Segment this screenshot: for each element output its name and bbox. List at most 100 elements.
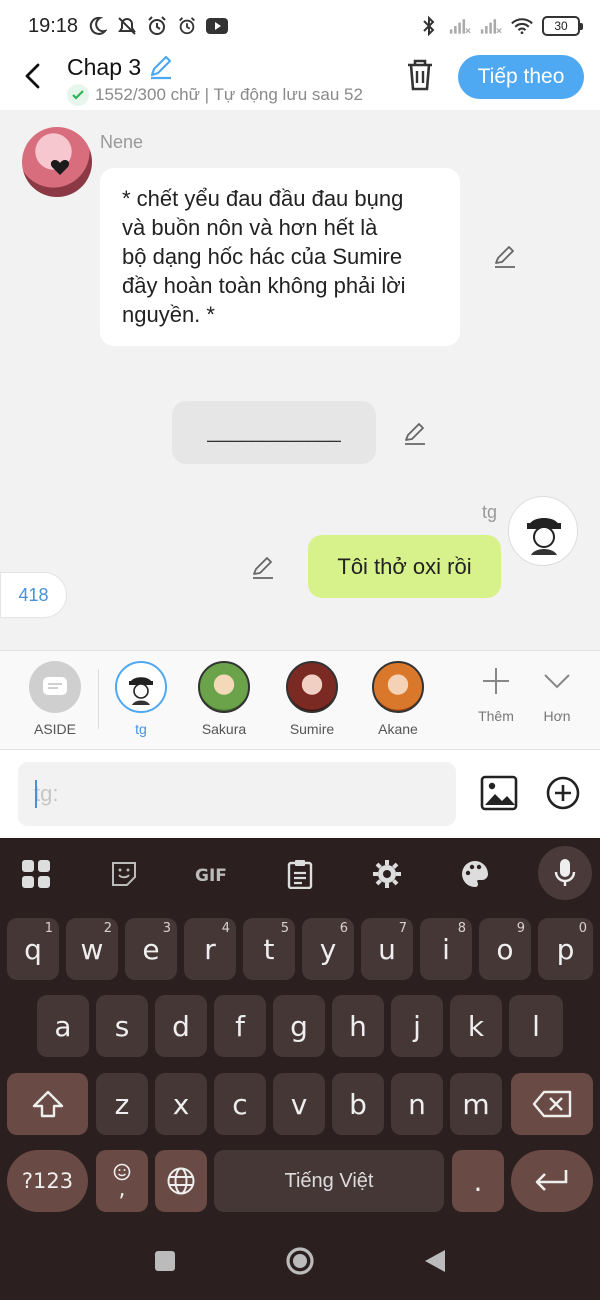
message-line: đầy hoàn toàn không phải lời — [122, 273, 406, 298]
message-count-pill[interactable]: 418 — [0, 572, 67, 618]
character-akane[interactable]: Akane — [358, 661, 438, 737]
period-key[interactable]: . — [452, 1150, 504, 1212]
wifi-icon — [511, 15, 533, 37]
character-tg[interactable]: tg — [101, 661, 181, 737]
my-message-bubble[interactable]: Tôi thở oxi rồi — [308, 535, 501, 598]
character-sumire[interactable]: Sumire — [272, 661, 352, 737]
alarm-off-icon — [116, 15, 138, 37]
edit-title-pencil-icon[interactable] — [147, 53, 175, 86]
youtube-icon — [206, 15, 229, 37]
image-icon[interactable] — [480, 775, 518, 811]
edit-message-pencil-icon[interactable] — [492, 243, 518, 269]
key-char: o — [496, 932, 514, 966]
gif-icon[interactable]: GIF — [190, 852, 234, 896]
settings-gear-icon[interactable] — [365, 852, 409, 896]
key-n[interactable]: n — [391, 1073, 443, 1135]
key-hint: 5 — [280, 921, 289, 936]
sender-name: Nene — [100, 132, 144, 152]
edit-message-pencil-icon[interactable] — [402, 420, 428, 446]
emoji-comma-key[interactable]: , — [96, 1150, 148, 1212]
key-y[interactable]: y6 — [302, 918, 354, 980]
sticker-icon[interactable] — [102, 852, 146, 896]
key-f[interactable]: f — [214, 995, 266, 1057]
next-button[interactable]: Tiếp theo — [458, 55, 584, 99]
key-b[interactable]: b — [332, 1073, 384, 1135]
key-hint: 6 — [339, 921, 348, 936]
bluetooth-icon — [418, 15, 440, 37]
key-r[interactable]: r4 — [184, 918, 236, 980]
key-z[interactable]: z — [96, 1073, 148, 1135]
key-l[interactable]: l — [509, 995, 563, 1057]
clipboard-icon[interactable] — [278, 852, 322, 896]
chat-area[interactable]: Nene * chết yểu đau đầu đau bụng và buồn… — [0, 110, 600, 650]
key-g[interactable]: g — [273, 995, 325, 1057]
chevron-down-icon — [544, 674, 570, 689]
text-caret — [35, 780, 37, 808]
key-p[interactable]: p0 — [538, 918, 593, 980]
key-u[interactable]: u7 — [361, 918, 413, 980]
message-text: Tôi thở oxi rồi — [337, 553, 472, 579]
back-triangle-icon[interactable] — [420, 1246, 450, 1276]
key-hint: 7 — [398, 921, 407, 936]
theme-palette-icon[interactable] — [453, 852, 497, 896]
key-m[interactable]: m — [450, 1073, 502, 1135]
system-navigation-bar — [0, 1222, 600, 1300]
back-arrow-icon[interactable] — [18, 60, 50, 92]
shift-arrow-icon — [32, 1090, 63, 1118]
key-j[interactable]: j — [391, 995, 443, 1057]
chapter-title[interactable]: Chap 3 — [67, 54, 141, 81]
microphone-icon[interactable] — [538, 846, 592, 900]
key-char: p — [556, 932, 575, 966]
enter-key[interactable] — [511, 1150, 593, 1212]
key-v[interactable]: v — [273, 1073, 325, 1135]
edit-message-pencil-icon[interactable] — [250, 554, 276, 580]
key-i[interactable]: i8 — [420, 918, 472, 980]
avatar-sakura — [198, 661, 250, 713]
alarm-icon — [146, 15, 168, 37]
backspace-key[interactable] — [511, 1073, 593, 1135]
key-t[interactable]: t5 — [243, 918, 295, 980]
avatar-nene[interactable] — [22, 127, 92, 197]
spacebar[interactable]: Tiếng Việt — [214, 1150, 444, 1212]
shift-key[interactable] — [7, 1073, 88, 1135]
language-key[interactable] — [155, 1150, 207, 1212]
add-circle-icon[interactable] — [544, 774, 582, 812]
avatar-tg[interactable] — [508, 496, 578, 566]
divider-text: ____________ — [207, 421, 341, 443]
recents-square-icon[interactable] — [150, 1246, 180, 1276]
add-character-button[interactable]: Thêm — [466, 665, 526, 724]
key-q[interactable]: q1 — [7, 918, 59, 980]
trash-icon[interactable] — [404, 58, 436, 92]
symbols-key[interactable]: ?123 — [7, 1150, 88, 1212]
key-char: e — [142, 932, 160, 966]
key-h[interactable]: h — [332, 995, 384, 1057]
key-k[interactable]: k — [450, 995, 502, 1057]
key-char: i — [442, 932, 450, 966]
more-characters-button[interactable]: Hơn — [527, 665, 587, 724]
key-s[interactable]: s — [96, 995, 148, 1057]
key-c[interactable]: c — [214, 1073, 266, 1135]
moon-icon — [86, 15, 108, 37]
home-circle-icon[interactable] — [285, 1246, 315, 1276]
alarm-icon — [176, 15, 198, 37]
key-d[interactable]: d — [155, 995, 207, 1057]
key-char: y — [319, 932, 337, 966]
word-count-autosave-text: 1552/300 chữ | Tự động lưu sau 52 — [95, 85, 363, 104]
message-line: nguyền. * — [122, 302, 215, 327]
key-a[interactable]: a — [37, 995, 89, 1057]
key-w[interactable]: w2 — [66, 918, 118, 980]
message-bubble[interactable]: * chết yểu đau đầu đau bụng và buồn nôn … — [100, 168, 460, 346]
message-line: bộ dạng hốc hác của Sumire — [122, 244, 403, 269]
key-x[interactable]: x — [155, 1073, 207, 1135]
apps-grid-icon[interactable] — [14, 852, 58, 896]
message-input[interactable] — [18, 762, 456, 826]
avatar-tg — [115, 661, 167, 713]
sender-name: tg — [482, 502, 498, 522]
key-e[interactable]: e3 — [125, 918, 177, 980]
avatar-sumire — [286, 661, 338, 713]
scene-divider-bubble[interactable]: ____________ — [172, 401, 376, 464]
key-hint: 4 — [221, 921, 230, 936]
character-sakura[interactable]: Sakura — [184, 661, 264, 737]
key-o[interactable]: o9 — [479, 918, 531, 980]
character-aside[interactable]: ASIDE — [15, 661, 95, 737]
